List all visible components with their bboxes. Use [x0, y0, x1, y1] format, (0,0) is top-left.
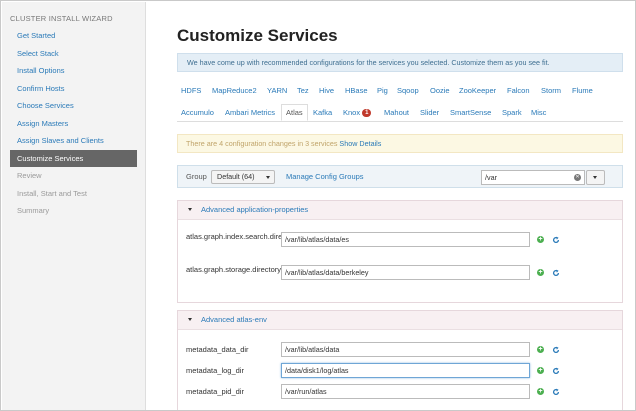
refresh-icon[interactable]: [552, 388, 560, 396]
tab-yarn[interactable]: YARN: [267, 86, 287, 95]
tab-mahout[interactable]: Mahout: [384, 108, 409, 117]
section-header[interactable]: Advanced application-properties: [178, 201, 622, 220]
add-override-icon[interactable]: +: [537, 346, 544, 353]
step-confirm-hosts[interactable]: Confirm Hosts: [10, 80, 137, 98]
config-value-input[interactable]: [281, 265, 530, 280]
refresh-icon[interactable]: [552, 269, 560, 277]
config-group-bar: Group Default (64) Manage Config Groups …: [177, 165, 623, 188]
config-value-input[interactable]: [281, 342, 530, 357]
page-title: Customize Services: [177, 26, 338, 45]
knox-alert-badge: 1: [362, 109, 372, 117]
wizard-sidebar: CLUSTER INSTALL WIZARD Get Started Selec…: [2, 2, 146, 410]
tab-mapreduce2[interactable]: MapReduce2: [212, 86, 257, 95]
tab-zookeeper[interactable]: ZooKeeper: [459, 86, 496, 95]
app-frame: CLUSTER INSTALL WIZARD Get Started Selec…: [0, 0, 636, 411]
section-advanced-application-properties: Advanced application-properties atlas.gr…: [177, 200, 623, 303]
add-override-icon[interactable]: +: [537, 388, 544, 395]
show-details-link[interactable]: Show Details: [339, 139, 381, 148]
tab-knox-label: Knox: [343, 108, 361, 117]
caret-down-icon: [188, 208, 192, 211]
step-summary: Summary: [17, 206, 50, 215]
tab-tez[interactable]: Tez: [297, 86, 309, 95]
tab-pig[interactable]: Pig: [377, 86, 388, 95]
section-advanced-atlas-env: Advanced atlas-env metadata_data_dir + m…: [177, 310, 623, 410]
config-label: atlas.graph.index.search.directory: [186, 232, 299, 241]
section-title: Advanced application-properties: [201, 205, 309, 214]
wizard-steps: Get Started Select Stack Install Options…: [10, 27, 137, 220]
config-changes-alert: There are 4 configuration changes in 3 s…: [177, 134, 623, 153]
tab-slider[interactable]: Slider: [420, 108, 439, 117]
config-label: metadata_data_dir: [186, 345, 249, 354]
manage-config-groups-link[interactable]: Manage Config Groups: [286, 172, 364, 181]
config-group-value: Default (64): [217, 172, 255, 181]
add-override-icon[interactable]: +: [537, 269, 544, 276]
tab-storm[interactable]: Storm: [541, 86, 561, 95]
clear-filter-icon[interactable]: ✕: [574, 174, 581, 181]
section-header[interactable]: Advanced atlas-env: [178, 311, 622, 330]
step-assign-slaves[interactable]: Assign Slaves and Clients: [10, 132, 137, 150]
refresh-icon[interactable]: [552, 367, 560, 375]
section-title: Advanced atlas-env: [201, 315, 267, 324]
refresh-icon[interactable]: [552, 236, 560, 244]
step-assign-masters[interactable]: Assign Masters: [10, 115, 137, 133]
add-override-icon[interactable]: +: [537, 236, 544, 243]
step-review: Review: [17, 171, 42, 180]
chevron-down-icon: [593, 176, 597, 179]
tab-ambari-metrics[interactable]: Ambari Metrics: [225, 108, 275, 117]
config-label: metadata_log_dir: [186, 366, 244, 375]
add-override-icon[interactable]: +: [537, 367, 544, 374]
config-value-input[interactable]: [281, 384, 530, 399]
tab-spark[interactable]: Spark: [502, 108, 522, 117]
tab-falcon[interactable]: Falcon: [507, 86, 530, 95]
config-filter-input[interactable]: [481, 170, 585, 185]
step-choose-services[interactable]: Choose Services: [10, 97, 137, 115]
tab-kafka[interactable]: Kafka: [313, 108, 332, 117]
tab-atlas[interactable]: Atlas: [281, 104, 308, 121]
config-group-select[interactable]: Default (64): [211, 170, 275, 184]
tab-flume[interactable]: Flume: [572, 86, 593, 95]
step-install-start-test: Install, Start and Test: [17, 188, 87, 198]
step-select-stack[interactable]: Select Stack: [10, 45, 137, 63]
chevron-down-icon: [266, 176, 270, 179]
tab-accumulo[interactable]: Accumulo: [181, 108, 214, 117]
tab-smartsense[interactable]: SmartSense: [450, 108, 491, 117]
config-value-input[interactable]: [281, 363, 530, 378]
step-customize-services[interactable]: Customize Services: [10, 149, 137, 167]
tab-oozie[interactable]: Oozie: [430, 86, 450, 95]
step-get-started[interactable]: Get Started: [10, 27, 137, 45]
tab-misc[interactable]: Misc: [531, 108, 546, 117]
tab-hive[interactable]: Hive: [319, 86, 334, 95]
tab-sqoop[interactable]: Sqoop: [397, 86, 419, 95]
filter-dropdown-button[interactable]: [586, 170, 605, 185]
step-install-options[interactable]: Install Options: [10, 62, 137, 80]
tab-hbase[interactable]: HBase: [345, 86, 368, 95]
config-label: atlas.graph.storage.directory: [186, 265, 282, 274]
refresh-icon[interactable]: [552, 346, 560, 354]
config-label: metadata_pid_dir: [186, 387, 244, 396]
caret-down-icon: [188, 318, 192, 321]
tab-knox[interactable]: Knox 1: [343, 108, 372, 117]
config-changes-text: There are 4 configuration changes in 3 s…: [186, 139, 338, 148]
group-label: Group: [186, 172, 207, 181]
config-value-input[interactable]: [281, 232, 530, 247]
tab-divider: [177, 121, 623, 122]
info-alert: We have come up with recommended configu…: [177, 53, 623, 72]
tab-hdfs[interactable]: HDFS: [181, 86, 201, 95]
wizard-title: CLUSTER INSTALL WIZARD: [10, 14, 113, 23]
